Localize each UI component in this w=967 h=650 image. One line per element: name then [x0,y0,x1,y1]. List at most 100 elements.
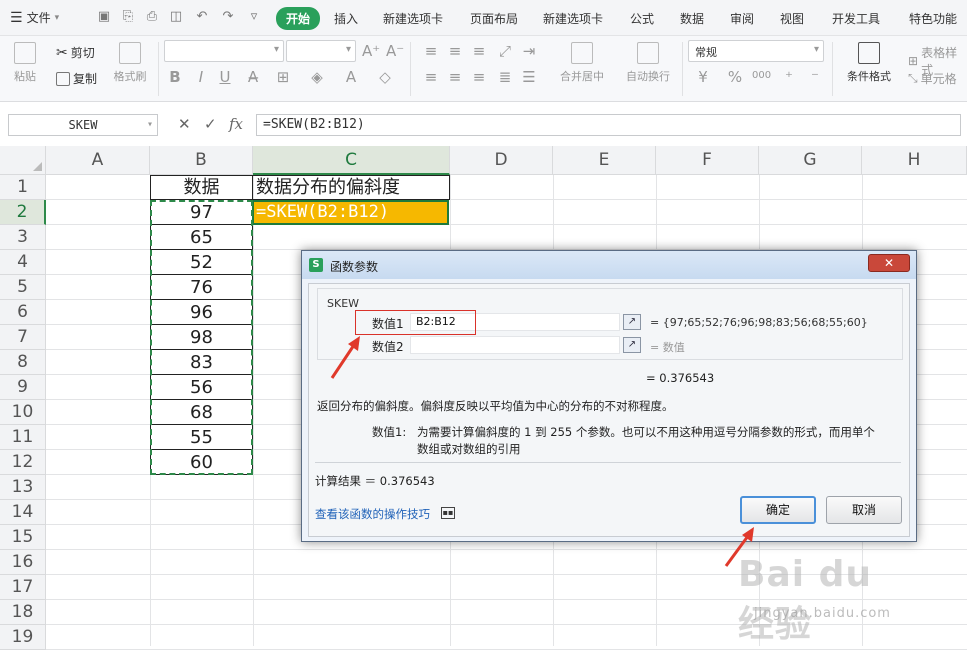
align-right-icon[interactable]: ≡ [470,68,488,86]
tab-new-2[interactable]: 新建选项卡 [543,10,603,27]
align-bottom-icon[interactable]: ≡ [470,42,488,60]
video-tips-icon[interactable]: ▪▪ [441,507,455,519]
underline-button[interactable]: U [216,68,234,86]
decrease-decimal-icon[interactable]: ⁻ [806,68,824,86]
close-button[interactable]: ✕ [868,254,910,272]
copy-button[interactable]: 复制 [56,70,97,87]
row-header-6[interactable]: 6 [0,300,46,325]
insert-function-icon[interactable]: fx [229,115,243,133]
column-header-b[interactable]: B [150,146,253,175]
tab-review[interactable]: 审阅 [730,10,754,27]
number-format-select[interactable]: 常规 [688,40,824,62]
tab-special-features[interactable]: 特色功能 [909,10,957,27]
quick-access-more-icon[interactable]: ▿ [246,9,262,25]
row-header-18[interactable]: 18 [0,600,46,625]
row-header-12[interactable]: 12 [0,450,46,475]
font-size-select[interactable] [286,40,356,62]
tab-home[interactable]: 开始 [276,7,321,30]
tab-formulas[interactable]: 公式 [630,10,654,27]
ok-button[interactable]: 确定 [740,496,816,524]
dialog-titlebar[interactable]: S 函数参数 ✕ [302,251,916,279]
confirm-formula-icon[interactable]: ✓ [204,115,217,133]
column-header-g[interactable]: G [759,146,862,175]
increase-decimal-icon[interactable]: ⁺ [780,68,798,86]
align-top-icon[interactable]: ≡ [422,42,440,60]
row-header-4[interactable]: 4 [0,250,46,275]
align-left-icon[interactable]: ≡ [422,68,440,86]
tab-page-layout[interactable]: 页面布局 [470,10,518,27]
fill-color-icon[interactable]: ◈ [308,68,326,86]
currency-button[interactable]: ¥ [694,68,712,86]
print-preview-icon[interactable]: ◫ [168,9,184,25]
italic-button[interactable]: I [192,68,210,86]
column-header-d[interactable]: D [450,146,553,175]
format-painter-button[interactable]: 格式刷 [110,42,150,84]
range-picker-icon[interactable]: ↗ [623,337,641,353]
tab-view[interactable]: 视图 [780,10,804,27]
row-header-5[interactable]: 5 [0,275,46,300]
tab-insert[interactable]: 插入 [334,10,358,27]
select-all-corner[interactable] [0,146,46,175]
cancel-formula-icon[interactable]: ✕ [178,115,191,133]
cell-c1[interactable]: 数据分布的偏斜度 [256,176,400,200]
row-header-8[interactable]: 8 [0,350,46,375]
tab-data[interactable]: 数据 [680,10,704,27]
tab-new-1[interactable]: 新建选项卡 [383,10,443,27]
print-icon[interactable]: ⎙ [144,9,160,25]
redo-icon[interactable]: ↷ [220,9,236,25]
row-header-19[interactable]: 19 [0,625,46,650]
cancel-button[interactable]: 取消 [826,496,902,524]
cell-b1[interactable]: 数据 [150,176,253,200]
cell-style-button[interactable]: ⤡ 单元格 [908,70,957,87]
paste-button[interactable]: 粘贴 [10,42,40,84]
tab-developer[interactable]: 开发工具 [832,10,880,27]
percent-button[interactable]: % [726,68,744,86]
cell-c2[interactable]: =SKEW(B2:B12) [252,200,449,225]
row-header-14[interactable]: 14 [0,500,46,525]
bold-button[interactable]: B [166,68,184,86]
row-header-17[interactable]: 17 [0,575,46,600]
font-color-icon[interactable]: A [342,68,360,86]
wrap-text-button[interactable]: 自动换行 [620,42,676,84]
row-header-15[interactable]: 15 [0,525,46,550]
thousands-button[interactable]: 000 [752,70,771,81]
row-header-1[interactable]: 1 [0,175,46,200]
range-picker-icon[interactable]: ↗ [623,314,641,330]
export-icon[interactable]: ⎘ [120,9,136,25]
decrease-font-icon[interactable]: A⁻ [386,42,404,60]
align-center-icon[interactable]: ≡ [446,68,464,86]
undo-icon[interactable]: ↶ [194,9,210,25]
clear-format-icon[interactable]: ◇ [376,68,394,86]
row-header-9[interactable]: 9 [0,375,46,400]
formula-input[interactable]: =SKEW(B2:B12) [256,114,961,136]
row-header-13[interactable]: 13 [0,475,46,500]
save-icon[interactable]: ▣ [96,9,112,25]
row-header-7[interactable]: 7 [0,325,46,350]
column-header-c[interactable]: C [253,146,450,175]
align-middle-icon[interactable]: ≡ [446,42,464,60]
strikethrough-icon[interactable]: A̶ [244,68,262,86]
indent-icon[interactable]: ⇥ [520,42,538,60]
distributed-icon[interactable]: ☰ [520,68,538,86]
column-header-a[interactable]: A [46,146,150,175]
row-header-3[interactable]: 3 [0,225,46,250]
row-header-11[interactable]: 11 [0,425,46,450]
conditional-format-button[interactable]: 条件格式 [838,42,900,84]
font-name-select[interactable] [164,40,284,62]
increase-font-icon[interactable]: A⁺ [362,42,380,60]
justify-icon[interactable]: ≣ [496,68,514,86]
function-tips-link[interactable]: 查看该函数的操作技巧 [315,506,430,522]
row-header-10[interactable]: 10 [0,400,46,425]
column-header-e[interactable]: E [553,146,656,175]
orientation-icon[interactable]: ⤢ [496,42,514,60]
file-menu[interactable]: ☰ 文件 ▾ [10,9,59,26]
column-header-h[interactable]: H [862,146,967,175]
merge-center-button[interactable]: 合并居中 [552,42,612,84]
cut-button[interactable]: ✂ 剪切 [56,44,95,61]
border-icon[interactable]: ⊞ [274,68,292,86]
column-header-f[interactable]: F [656,146,759,175]
arg2-input[interactable] [410,336,620,354]
row-header-16[interactable]: 16 [0,550,46,575]
row-header-2[interactable]: 2 [0,200,46,225]
name-box[interactable]: SKEW [8,114,158,136]
